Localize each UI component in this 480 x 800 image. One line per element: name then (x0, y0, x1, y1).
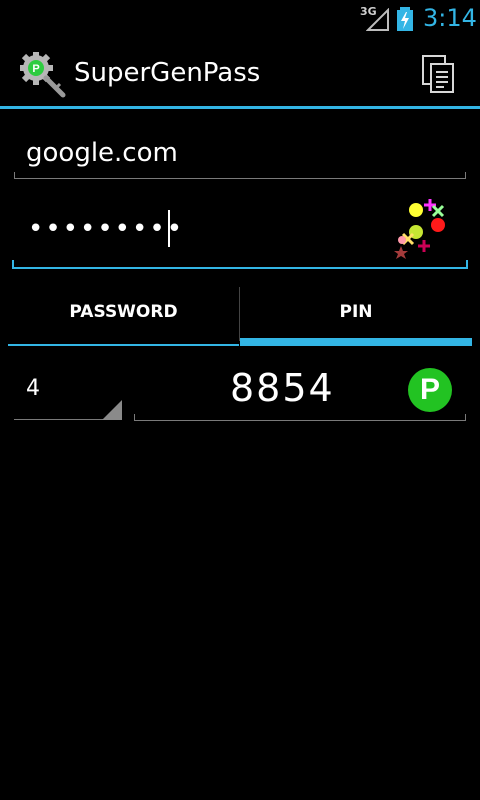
domain-input-text: google.com (26, 138, 178, 168)
domain-underline-left-tick (14, 172, 15, 178)
tab-pin-selected-indicator (240, 338, 472, 346)
pin-copy-icon: P (419, 373, 440, 406)
tab-password[interactable]: PASSWORD (8, 286, 239, 346)
result-underline (134, 420, 466, 421)
password-underline-right-tick (466, 260, 468, 268)
copy-icon[interactable] (418, 52, 458, 96)
generated-pin: 8854 (230, 366, 335, 410)
domain-underline-right-tick (465, 172, 466, 178)
action-bar-divider (0, 106, 480, 109)
text-cursor (168, 210, 170, 247)
result-underline-right-tick (465, 414, 466, 420)
copy-pin-button[interactable]: P (408, 368, 452, 412)
domain-field[interactable]: google.com (14, 128, 466, 180)
tab-password-label: PASSWORD (69, 302, 178, 322)
battery-icon (397, 7, 413, 31)
tab-pin-label: PIN (339, 302, 373, 322)
signal-icon (366, 8, 389, 31)
master-password-masked: ••••••••• (28, 214, 185, 244)
pin-length-value: 4 (26, 376, 40, 401)
status-clock: 3:14 (423, 4, 477, 32)
svg-text:P: P (32, 63, 39, 75)
app-key-icon[interactable]: P (20, 52, 66, 98)
password-underline (12, 267, 468, 269)
tab-password-underline (8, 344, 239, 346)
visual-hash-icon (394, 199, 445, 259)
domain-underline (14, 178, 466, 179)
spinner-dropdown-icon (102, 400, 122, 420)
password-underline-left-tick (12, 260, 14, 268)
app-title: SuperGenPass (74, 58, 261, 88)
tab-pin[interactable]: PIN (240, 286, 472, 346)
result-underline-left-tick (134, 414, 135, 420)
